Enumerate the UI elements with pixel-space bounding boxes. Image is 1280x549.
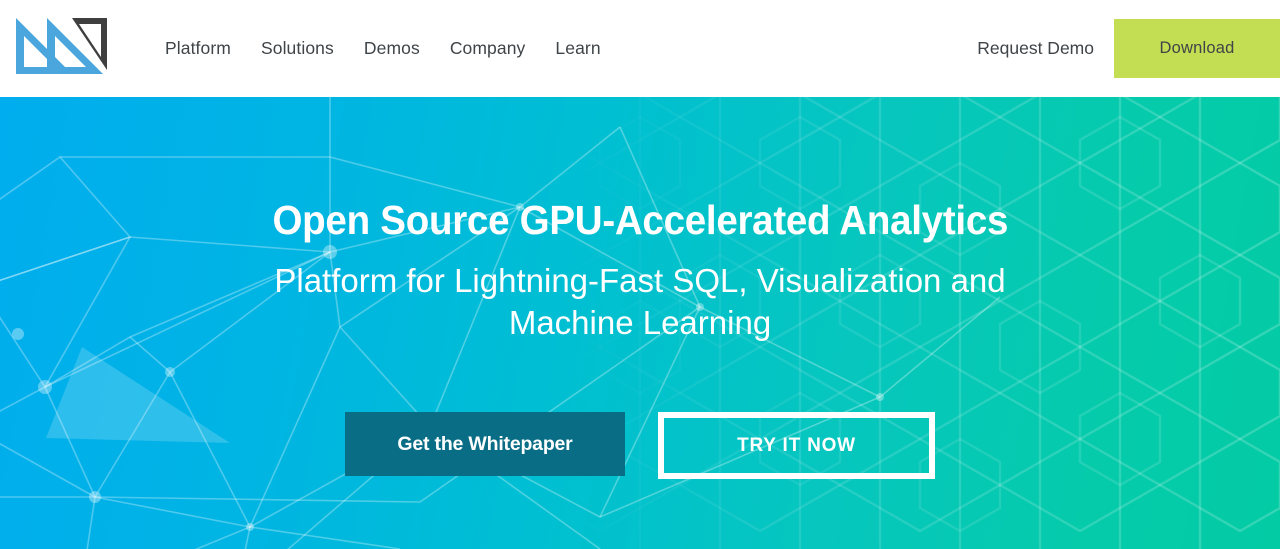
mapd-logo-icon[interactable]	[10, 10, 110, 82]
header-actions: Request Demo Download	[977, 0, 1280, 97]
logo-svg	[16, 18, 107, 74]
download-button[interactable]: Download	[1114, 19, 1280, 78]
get-whitepaper-button[interactable]: Get the Whitepaper	[345, 412, 625, 476]
nav-item-solutions[interactable]: Solutions	[261, 38, 334, 59]
hero-headline: Open Source GPU-Accelerated Analytics	[272, 197, 1008, 243]
site-header: Platform Solutions Demos Company Learn R…	[0, 0, 1280, 97]
hero-cta-group: Get the Whitepaper TRY IT NOW	[345, 412, 935, 479]
nav-item-platform[interactable]: Platform	[165, 38, 231, 59]
try-it-now-button[interactable]: TRY IT NOW	[658, 412, 935, 479]
main-navigation: Platform Solutions Demos Company Learn	[165, 0, 601, 97]
logo-blue-triangle-left	[16, 18, 72, 74]
nav-item-demos[interactable]: Demos	[364, 38, 420, 59]
nav-item-learn[interactable]: Learn	[555, 38, 600, 59]
hero-banner: Open Source GPU-Accelerated Analytics Pl…	[0, 97, 1280, 549]
nav-item-company[interactable]: Company	[450, 38, 526, 59]
request-demo-link[interactable]: Request Demo	[977, 38, 1094, 59]
hero-content: Open Source GPU-Accelerated Analytics Pl…	[0, 97, 1280, 549]
hero-subheadline: Platform for Lightning-Fast SQL, Visuali…	[274, 262, 1006, 342]
